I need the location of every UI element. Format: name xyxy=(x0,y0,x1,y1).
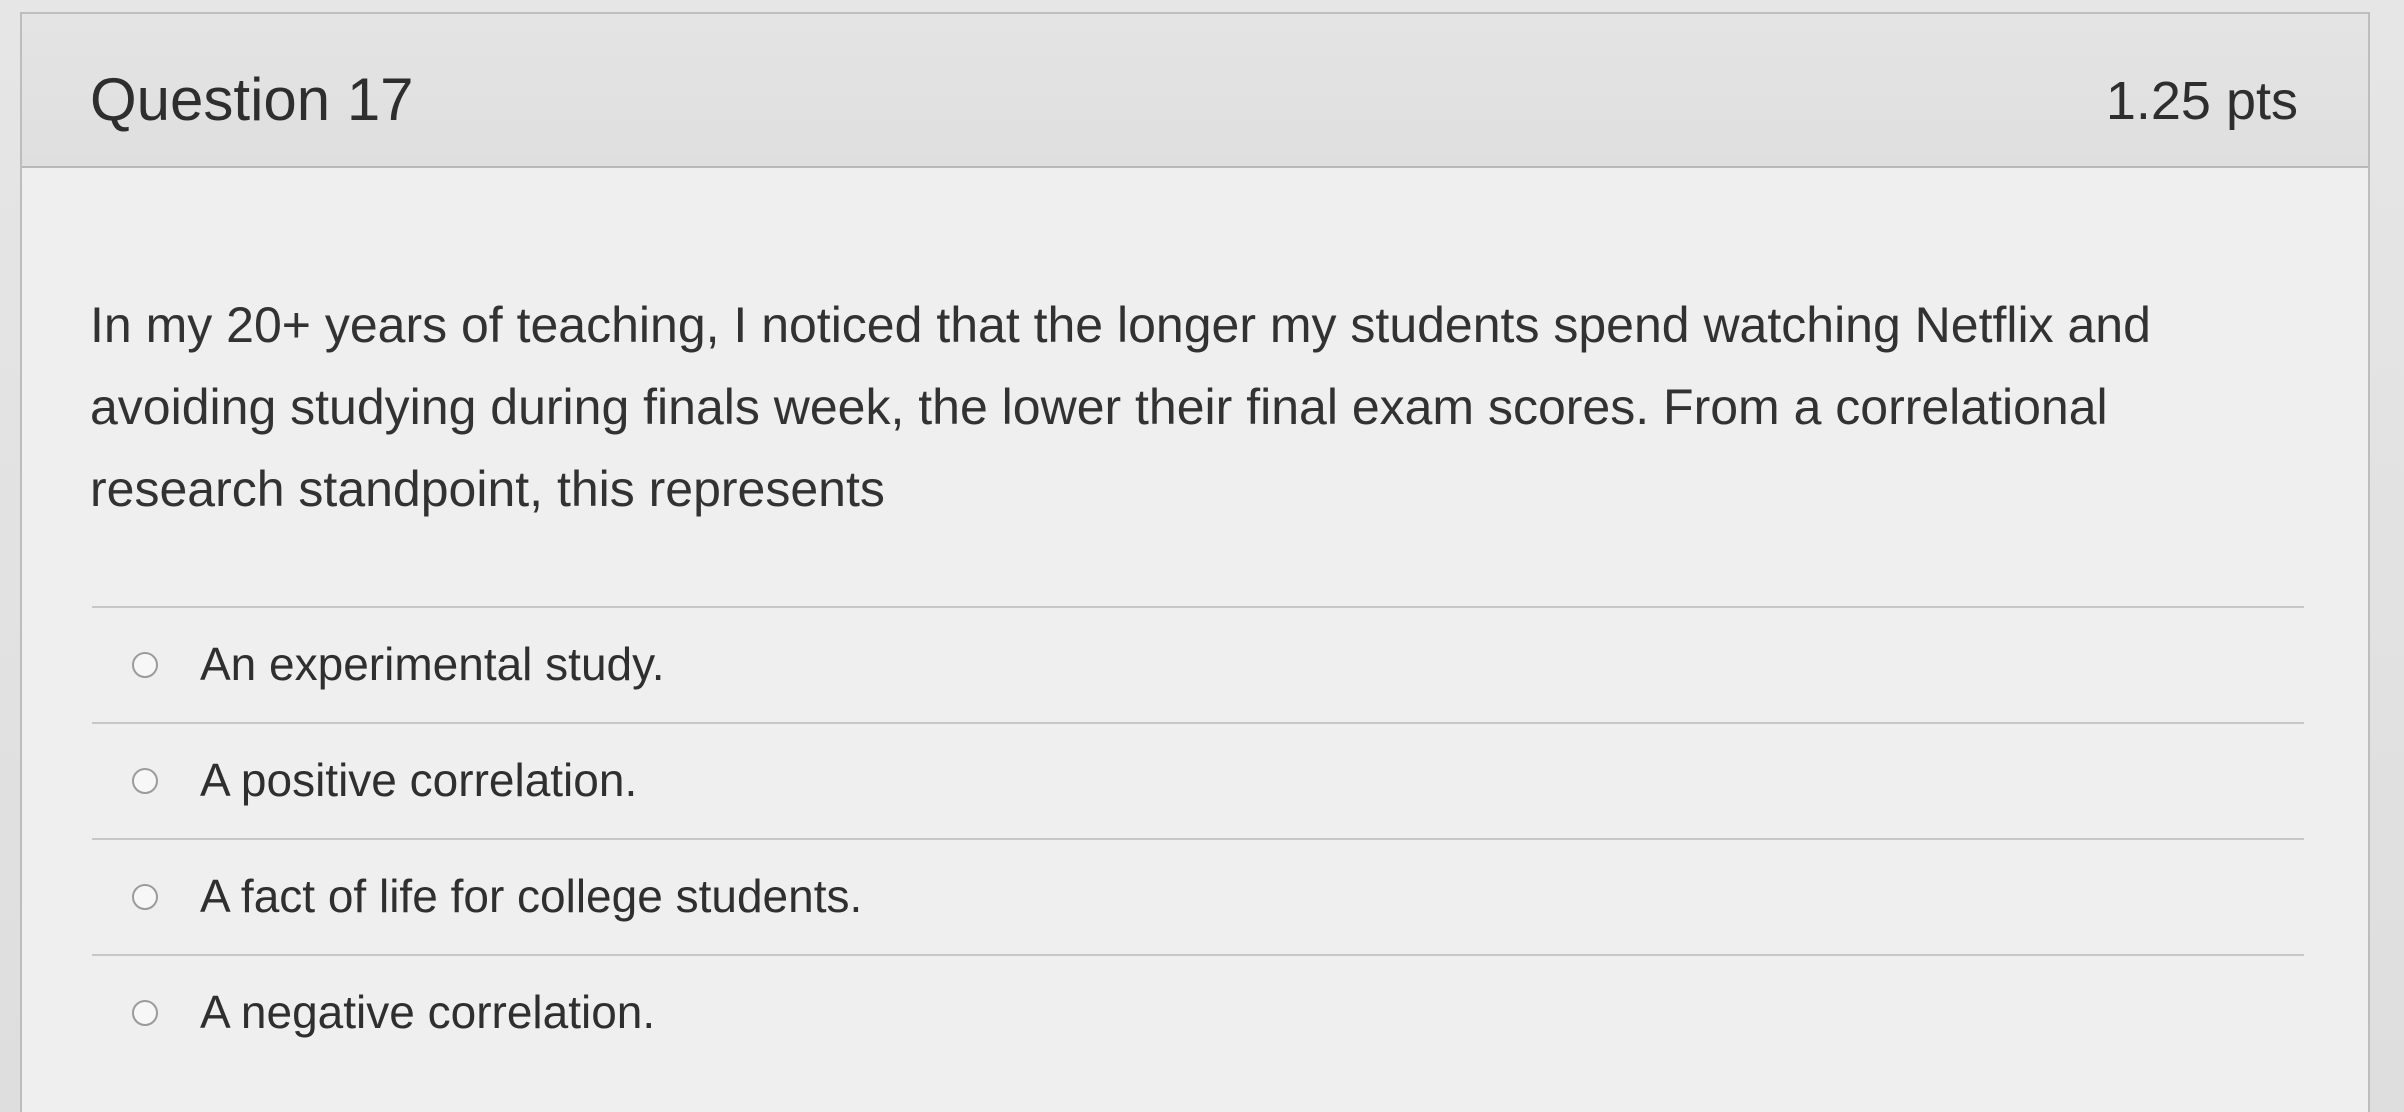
radio-button-icon[interactable] xyxy=(132,884,158,910)
answer-list: An experimental study. A positive correl… xyxy=(92,606,2304,1070)
quiz-viewport: Question 17 1.25 pts In my 20+ years of … xyxy=(0,0,2404,1112)
question-points: 1.25 pts xyxy=(2105,71,2298,131)
radio-button-icon[interactable] xyxy=(132,652,158,678)
answer-option-1[interactable]: An experimental study. xyxy=(92,606,2304,722)
answer-option-4[interactable]: A negative correlation. xyxy=(92,954,2304,1070)
question-prompt: In my 20+ years of teaching, I noticed t… xyxy=(90,297,2151,517)
answer-label: A positive correlation. xyxy=(200,754,638,806)
answer-label: An experimental study. xyxy=(200,638,665,690)
question-card: Question 17 1.25 pts In my 20+ years of … xyxy=(20,12,2370,1112)
question-title: Question 17 xyxy=(90,66,414,133)
question-header: Question 17 1.25 pts xyxy=(22,14,2368,168)
answer-label: A fact of life for college students. xyxy=(200,870,863,922)
radio-button-icon[interactable] xyxy=(132,1000,158,1026)
answer-option-3[interactable]: A fact of life for college students. xyxy=(92,838,2304,954)
answer-option-2[interactable]: A positive correlation. xyxy=(92,722,2304,838)
radio-button-icon[interactable] xyxy=(132,768,158,794)
answer-label: A negative correlation. xyxy=(200,986,656,1038)
